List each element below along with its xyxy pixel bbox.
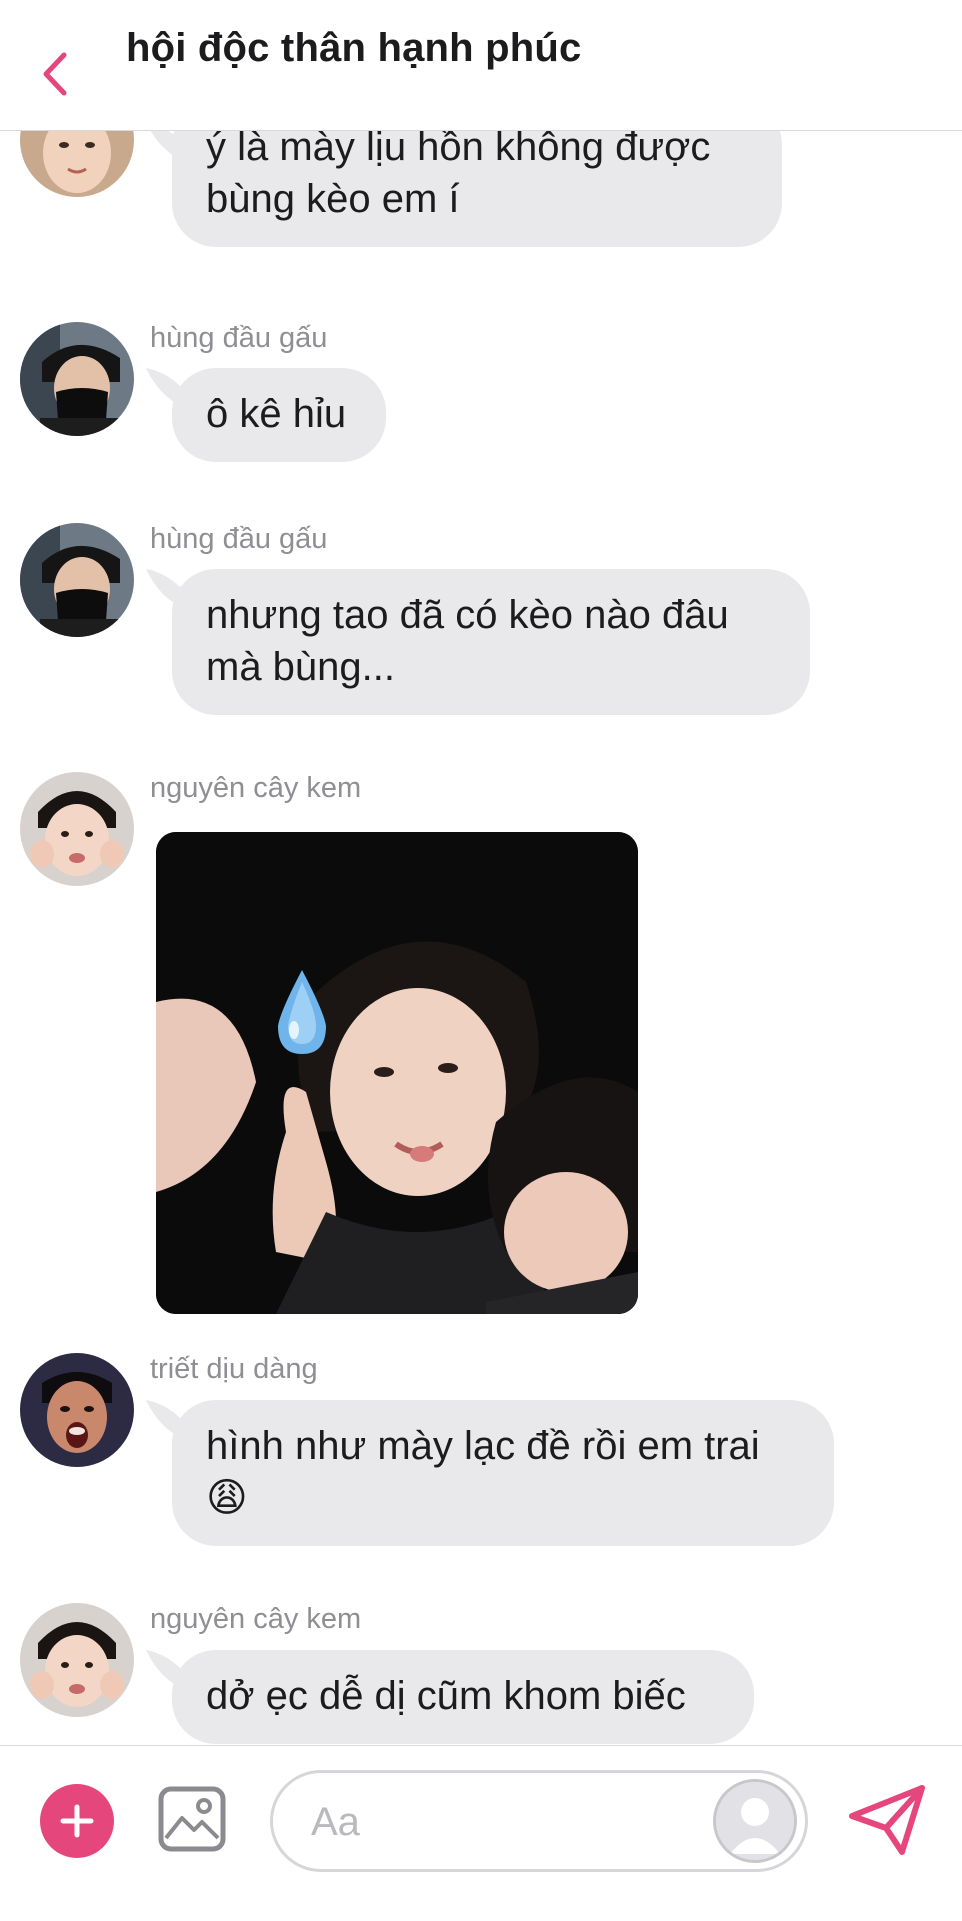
composer-bar [0,1745,962,1921]
image-button[interactable] [158,1786,226,1852]
sender-name: nguyên cây kem [150,772,362,804]
chevron-left-icon [43,52,67,96]
send-icon [849,1785,925,1855]
avatar[interactable] [20,523,134,637]
message-photo[interactable] [156,832,638,1314]
message-bubble[interactable]: ô kê hỉu [172,368,386,462]
chat-title: hội độc thân hạnh phúc [126,26,582,70]
sender-name: nguyên cây kem [150,1603,362,1635]
avatar[interactable] [20,1353,134,1467]
sender-name: hùng đầu gấu [150,523,328,555]
avatar[interactable] [20,322,134,436]
message-input[interactable] [309,1793,673,1851]
plus-icon [60,1804,94,1838]
avatar[interactable] [20,1603,134,1717]
message-line: nhưng tao đã có kèo nào đâu [206,593,729,637]
message-line-emoji: 😩 [206,1476,248,1520]
message-bubble[interactable]: ý là mày lịu hồn không được bùng kèo em … [172,131,782,247]
message-line: ý là mày lịu hồn không được [206,131,711,169]
add-button[interactable] [40,1784,114,1858]
image-icon [158,1786,226,1852]
sticker-avatar-icon [716,1782,794,1860]
sender-name: triết dịu dàng [150,1353,318,1385]
chat-header: hội độc thân hạnh phúc [0,0,962,131]
message-line: dở ẹc dễ dị cũm khom biếc [206,1674,686,1718]
message-bubble[interactable]: hình như mày lạc đề rồi em trai 😩 [172,1400,834,1546]
avatar[interactable] [20,772,134,886]
back-button[interactable] [30,46,80,102]
sender-name: hùng đầu gấu [150,322,328,354]
send-button[interactable] [846,1782,928,1860]
message-line: hình như mày lạc đề rồi em trai [206,1424,760,1468]
message-bubble[interactable]: dở ẹc dễ dị cũm khom biếc [172,1650,754,1744]
avatar[interactable] [20,131,134,197]
message-line: mà bùng... [206,645,396,689]
message-input-wrapper[interactable] [270,1770,808,1872]
sticker-button[interactable] [713,1779,797,1863]
message-bubble[interactable]: nhưng tao đã có kèo nào đâu mà bùng... [172,569,810,715]
message-list[interactable]: ý là mày lịu hồn không được bùng kèo em … [0,131,962,1745]
message-line: bùng kèo em í [206,177,460,221]
message-line: ô kê hỉu [206,392,347,436]
